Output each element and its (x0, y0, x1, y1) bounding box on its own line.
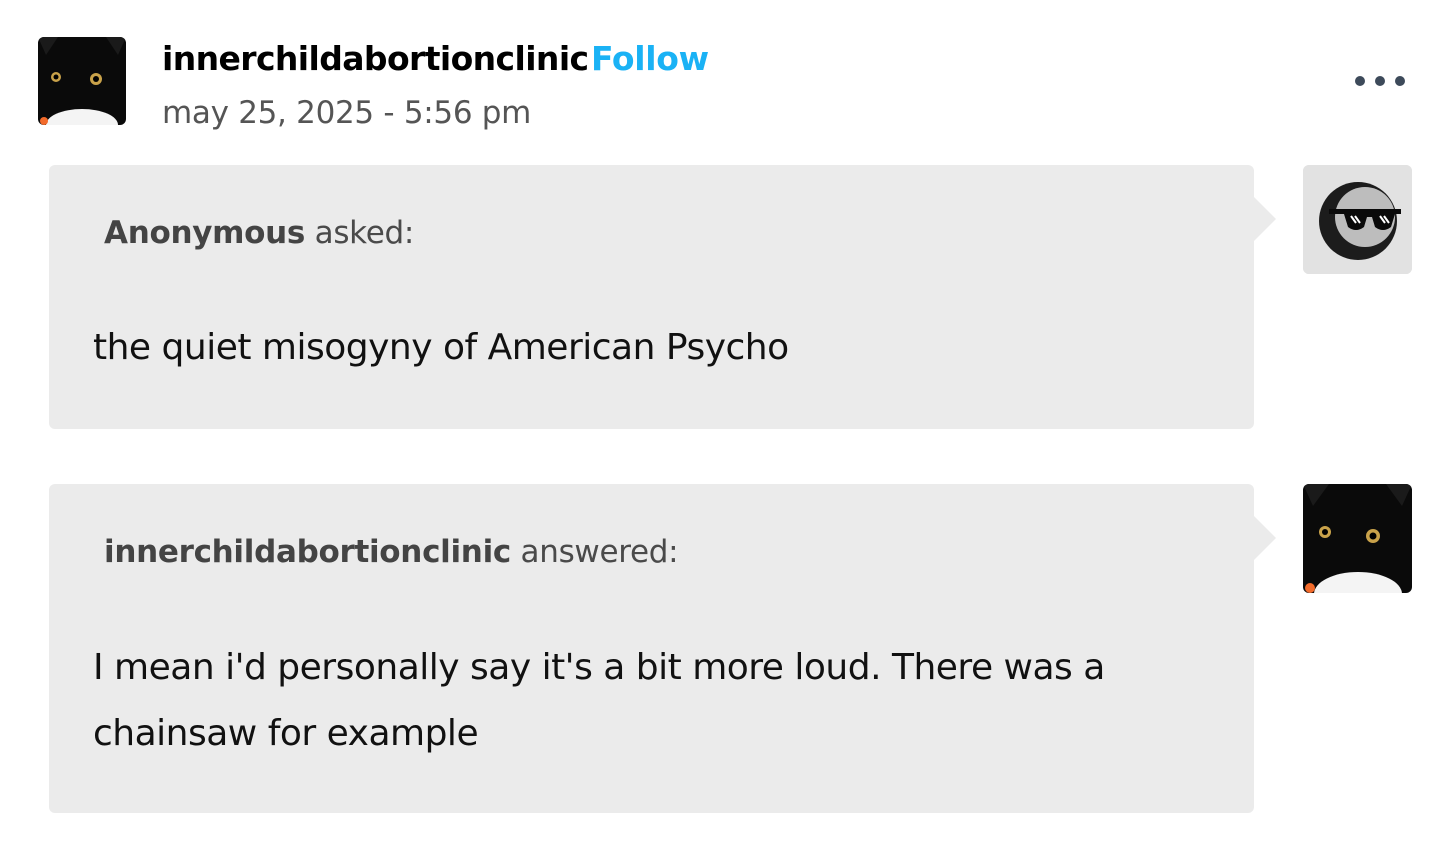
bubble-tail (1254, 197, 1276, 241)
answerer-name[interactable]: innerchildabortionclinic (104, 534, 511, 570)
asker-line: Anonymous asked: (104, 213, 414, 253)
answerer-avatar[interactable] (1303, 484, 1412, 593)
question-text: the quiet misogyny of American Psycho (93, 327, 789, 368)
post-author-avatar[interactable] (38, 37, 126, 125)
bubble-tail (1254, 516, 1276, 560)
answered-label: answered: (510, 534, 679, 570)
post-username[interactable]: innerchildabortionclinic (162, 38, 589, 80)
question-bubble: Anonymous asked: the quiet misogyny of A… (49, 165, 1276, 429)
sunglasses-face-icon (1303, 165, 1412, 274)
answerer-line: innerchildabortionclinic answered: (104, 532, 679, 572)
more-options-icon (1355, 76, 1405, 86)
more-options-button[interactable] (1350, 68, 1410, 94)
asker-name[interactable]: Anonymous (104, 215, 305, 251)
asked-label: asked: (305, 215, 415, 251)
black-cat-avatar-icon (1303, 484, 1412, 593)
anonymous-avatar (1303, 165, 1412, 274)
answer-text: I mean i'd personally say it's a bit mor… (93, 647, 1105, 754)
black-cat-avatar-icon (38, 37, 126, 125)
answer-bubble: innerchildabortionclinic answered: I mea… (49, 484, 1276, 813)
follow-button[interactable]: Follow (591, 38, 709, 80)
post-timestamp: may 25, 2025 - 5:56 pm (162, 95, 532, 131)
